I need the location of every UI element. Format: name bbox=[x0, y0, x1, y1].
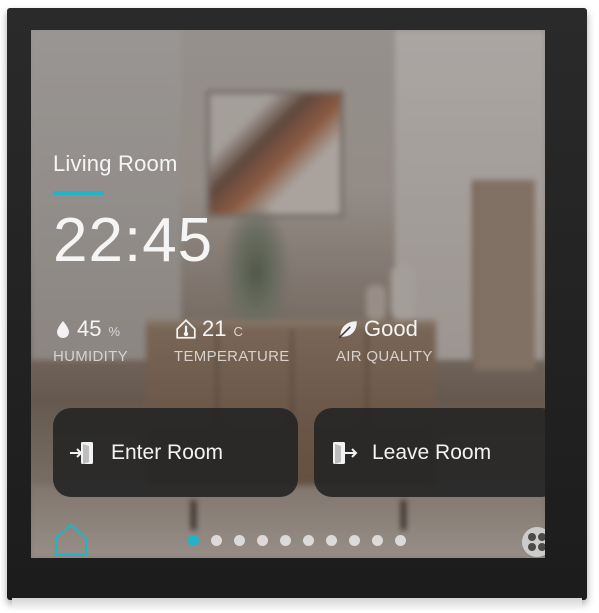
page-dot[interactable] bbox=[303, 535, 314, 546]
home-icon[interactable] bbox=[53, 522, 89, 558]
humidity-label: HUMIDITY bbox=[53, 348, 128, 365]
home-thermometer-icon bbox=[176, 318, 196, 339]
apps-grid-icon[interactable] bbox=[522, 527, 545, 557]
air-quality-metric: Good AIR QUALITY bbox=[336, 316, 433, 365]
air-quality-label: AIR QUALITY bbox=[336, 348, 433, 365]
air-quality-value: Good bbox=[364, 316, 418, 341]
page-indicator bbox=[188, 535, 406, 546]
page-dot[interactable] bbox=[326, 535, 337, 546]
home-screen-ui: Living Room 22:45 45 % HUMIDITY 21 C TEM… bbox=[31, 30, 545, 558]
room-name-underline bbox=[53, 191, 104, 195]
leave-room-label: Leave Room bbox=[372, 440, 492, 464]
enter-room-button[interactable]: Enter Room bbox=[53, 408, 298, 497]
device-shadow bbox=[12, 598, 582, 608]
touch-screen: Living Room 22:45 45 % HUMIDITY 21 C TEM… bbox=[31, 30, 545, 558]
room-name: Living Room bbox=[53, 151, 178, 176]
temperature-metric: 21 C TEMPERATURE bbox=[174, 316, 290, 365]
page-dot[interactable] bbox=[280, 535, 291, 546]
clock-time: 22:45 bbox=[53, 206, 214, 275]
leave-room-button[interactable]: Leave Room bbox=[314, 408, 545, 497]
temperature-unit: C bbox=[233, 324, 243, 339]
page-dot[interactable] bbox=[257, 535, 268, 546]
page-dot[interactable] bbox=[372, 535, 383, 546]
humidity-value: 45 bbox=[77, 316, 102, 341]
page-dot[interactable] bbox=[349, 535, 360, 546]
page-dot[interactable] bbox=[395, 535, 406, 546]
page-dot[interactable] bbox=[188, 535, 199, 546]
leave-door-icon bbox=[333, 441, 358, 464]
leaf-icon bbox=[338, 321, 357, 339]
temperature-label: TEMPERATURE bbox=[174, 348, 290, 365]
water-drop-icon bbox=[57, 321, 69, 338]
enter-door-icon bbox=[70, 441, 93, 464]
page-dot[interactable] bbox=[211, 535, 222, 546]
page-dot[interactable] bbox=[234, 535, 245, 546]
temperature-value: 21 bbox=[202, 316, 227, 341]
enter-room-label: Enter Room bbox=[111, 440, 224, 464]
humidity-metric: 45 % HUMIDITY bbox=[53, 316, 128, 365]
humidity-unit: % bbox=[108, 324, 121, 339]
